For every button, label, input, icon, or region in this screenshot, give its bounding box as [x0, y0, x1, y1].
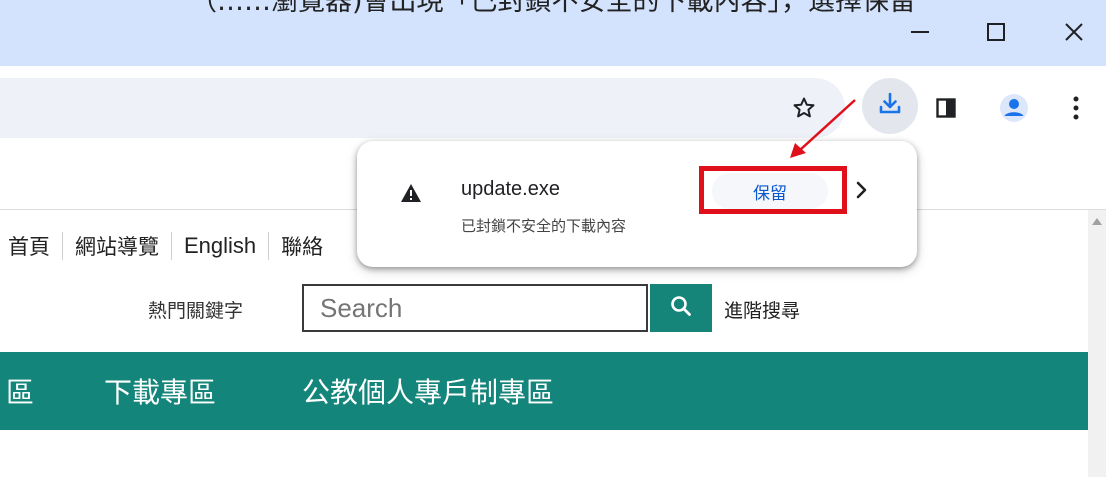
top-nav: 首頁 網站導覽 English 聯絡: [8, 230, 323, 262]
nav-contact-link[interactable]: 聯絡: [281, 231, 323, 261]
nav-separator: [268, 232, 270, 260]
nav-sitemap-link[interactable]: 網站導覽: [75, 231, 159, 261]
keep-button[interactable]: 保留: [712, 173, 828, 209]
download-icon: [877, 91, 903, 121]
star-icon[interactable]: [788, 92, 820, 124]
download-filename: update.exe: [461, 178, 560, 200]
warning-icon: [400, 183, 422, 207]
main-nav-item-personal-account[interactable]: 公教個人專戶制專區: [302, 371, 554, 411]
side-panel-icon[interactable]: [930, 92, 962, 124]
scroll-up-icon[interactable]: [1092, 218, 1102, 225]
nav-separator: [62, 232, 63, 260]
nav-english-link[interactable]: English: [184, 233, 256, 259]
search-box: [302, 284, 648, 332]
search-row: 熱門關鍵字 進階搜尋: [0, 284, 1106, 336]
profile-icon[interactable]: [996, 90, 1032, 126]
main-nav-item-partial[interactable]: 區: [6, 371, 34, 411]
search-button[interactable]: [650, 284, 712, 332]
download-status: 已封鎖不安全的下載內容: [461, 217, 627, 235]
minimize-icon[interactable]: [900, 14, 940, 50]
search-input[interactable]: [304, 286, 620, 330]
more-vert-icon[interactable]: [1064, 92, 1088, 124]
advanced-search-link[interactable]: 進階搜尋: [724, 296, 800, 323]
nav-separator: [171, 232, 172, 260]
search-icon: [670, 295, 692, 321]
download-bubble: update.exe 已封鎖不安全的下載內容 保留: [357, 141, 917, 267]
browser-toolbar: [0, 66, 1106, 150]
address-bar[interactable]: [0, 78, 845, 138]
main-nav-bar: 區 下載專區 公教個人專戶制專區: [0, 352, 1088, 430]
download-button[interactable]: [862, 78, 918, 134]
close-icon[interactable]: [1054, 14, 1094, 50]
instruction-caption: （……瀏覽器)會出現「已封鎖不安全的下載內容」，選擇保留: [189, 0, 917, 17]
vertical-scrollbar[interactable]: [1088, 210, 1106, 477]
maximize-icon[interactable]: [976, 14, 1016, 50]
main-nav-item-downloads[interactable]: 下載專區: [104, 371, 216, 411]
nav-home-link[interactable]: 首頁: [8, 231, 50, 261]
hot-keywords-label: 熱門關鍵字: [148, 300, 244, 322]
chevron-right-icon[interactable]: [853, 178, 871, 202]
